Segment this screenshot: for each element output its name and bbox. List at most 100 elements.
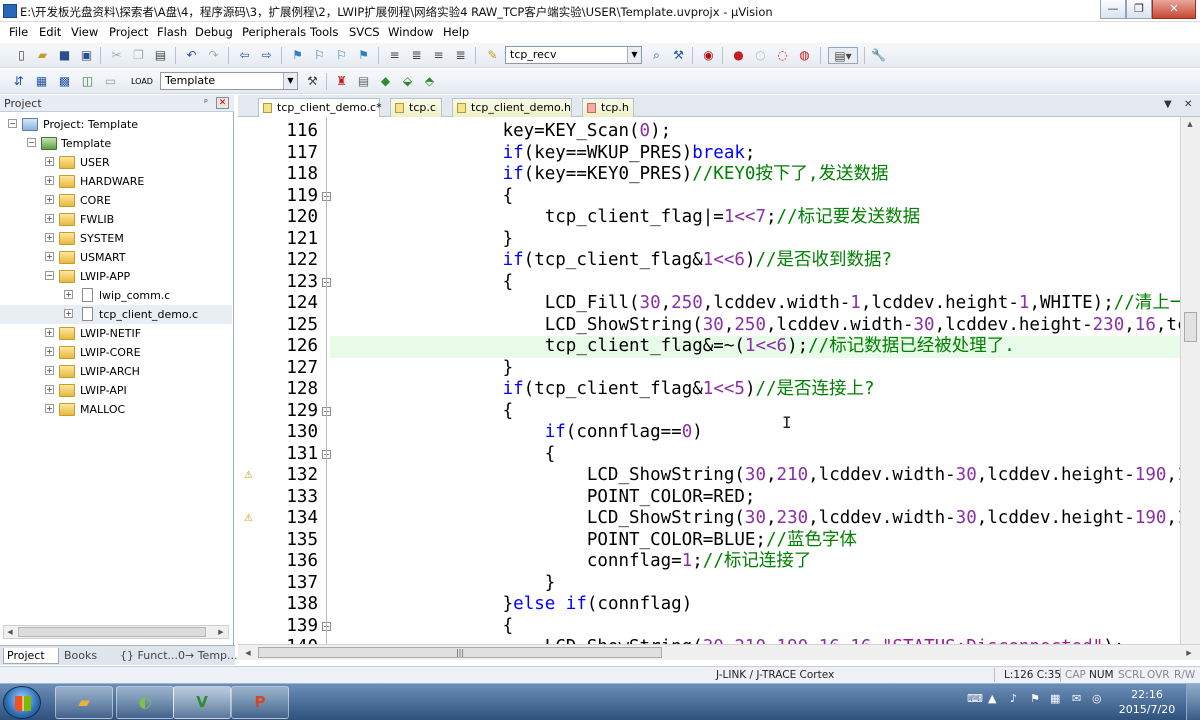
expand-icon[interactable]: + <box>45 366 54 375</box>
code-line[interactable]: LCD_ShowString(30,210,190,16,16,"STATUS:… <box>334 637 1125 644</box>
code-line[interactable]: } <box>334 229 514 251</box>
scroll-left-icon[interactable]: ◀ <box>5 627 15 637</box>
tree-item-folder[interactable]: + FWLIB <box>0 210 232 229</box>
code-line[interactable]: { <box>334 401 514 423</box>
window-layout-icon[interactable]: ▤▾ <box>828 47 858 64</box>
pack-installer-icon[interactable]: ⬙ <box>399 73 416 90</box>
debug-session-icon[interactable]: ◉ <box>700 47 717 64</box>
tray-keyboard-icon[interactable]: ⌨ <box>967 692 983 705</box>
tab-functions[interactable]: {} Funct... <box>117 648 178 664</box>
menu-tools[interactable]: Tools <box>310 25 338 39</box>
code-line[interactable]: POINT_COLOR=BLUE;//蓝色字体 <box>334 530 857 552</box>
pin-icon[interactable]: ᵖ <box>201 98 211 108</box>
close-tab-icon[interactable]: ✕ <box>1184 99 1192 110</box>
show-desktop-button[interactable] <box>1186 684 1200 720</box>
tree-item-folder[interactable]: + SYSTEM <box>0 229 232 248</box>
code-editor[interactable]: 116117118119−120121122123−12412512612712… <box>238 117 1180 644</box>
expand-icon[interactable]: + <box>64 290 73 299</box>
tree-item-target[interactable]: − Template <box>0 134 232 153</box>
tree-item-folder[interactable]: + HARDWARE <box>0 172 232 191</box>
code-line[interactable]: } <box>334 358 514 380</box>
current-code-line[interactable]: tcp_client_flag&=~(1<<6);//标记数据已经被处理了. <box>330 336 1180 358</box>
taskbar-qq-icon[interactable]: ◐ <box>116 686 174 719</box>
expand-icon[interactable]: + <box>45 176 54 185</box>
disable-breakpoints-icon[interactable]: ◌ <box>774 47 791 64</box>
code-line[interactable]: LCD_ShowString(30,230,lcddev.width-30,lc… <box>334 508 1180 530</box>
code-line[interactable]: { <box>334 444 556 466</box>
expand-icon[interactable]: + <box>45 347 54 356</box>
save-icon[interactable]: ■ <box>56 47 73 64</box>
rebuild-icon[interactable]: ▩ <box>56 73 73 90</box>
code-line[interactable]: key=KEY_Scan(0); <box>334 121 672 143</box>
tab-books[interactable]: Books <box>61 648 115 664</box>
expand-icon[interactable]: + <box>45 157 54 166</box>
code-line[interactable]: connflag=1;//标记连接了 <box>334 551 812 573</box>
configure-icon[interactable]: 🔧 <box>870 47 887 64</box>
chevron-down-icon[interactable]: ▼ <box>283 73 297 89</box>
insert-breakpoint-icon[interactable]: ● <box>730 47 747 64</box>
nav-back-icon[interactable]: ⇦ <box>236 47 253 64</box>
expand-icon[interactable]: + <box>45 404 54 413</box>
expand-icon[interactable]: + <box>45 214 54 223</box>
warning-icon[interactable]: ⚠ <box>244 470 256 481</box>
scroll-right-icon[interactable]: ▶ <box>1184 648 1194 658</box>
find-combo[interactable]: tcp_recv ▼ <box>505 46 642 64</box>
menu-file[interactable]: File <box>9 25 28 39</box>
tree-item-folder[interactable]: + LWIP-API <box>0 381 232 400</box>
batch-build-icon[interactable]: ◫ <box>79 73 96 90</box>
translate-icon[interactable]: ⇵ <box>10 73 27 90</box>
nav-forward-icon[interactable]: ⇨ <box>258 47 275 64</box>
code-line[interactable]: if(tcp_client_flag&1<<6)//是否收到数据? <box>334 250 893 272</box>
find-in-files-icon[interactable]: ✎ <box>484 47 501 64</box>
close-icon[interactable]: ✕ <box>216 97 229 109</box>
comment-icon[interactable]: ≡ <box>430 47 447 64</box>
code-line[interactable]: LCD_ShowString(30,250,lcddev.width-30,lc… <box>334 315 1180 337</box>
code-line[interactable]: if(connflag==0) <box>334 422 703 444</box>
tray-flag-icon[interactable]: ⚑ <box>1030 692 1040 705</box>
tab-templates[interactable]: 0→ Temp... <box>175 648 238 664</box>
restore-button[interactable]: ❐ <box>1126 0 1152 19</box>
next-bookmark-icon[interactable]: ⚐ <box>333 47 350 64</box>
code-line[interactable]: LCD_ShowString(30,210,lcddev.width-30,lc… <box>334 465 1180 487</box>
tree-item-folder[interactable]: + LWIP-CORE <box>0 343 232 362</box>
open-file-icon[interactable]: ▰ <box>34 47 51 64</box>
menu-flash[interactable]: Flash <box>157 25 187 39</box>
scroll-up-icon[interactable]: ▲ <box>1185 119 1195 129</box>
tree-item-project-root[interactable]: − Project: Template <box>0 115 232 134</box>
tray-chat-icon[interactable]: ✉ <box>1072 692 1081 705</box>
code-line[interactable]: if(key==KEY0_PRES)//KEY0按下了,发送数据 <box>334 164 889 186</box>
taskbar-powerpoint-icon[interactable]: P <box>231 686 289 719</box>
expand-icon[interactable]: + <box>64 309 73 318</box>
minimize-button[interactable]: — <box>1100 0 1126 19</box>
code-line[interactable]: { <box>334 186 514 208</box>
editor-vscrollbar[interactable]: ▲ <box>1180 117 1200 644</box>
taskbar-keil-icon[interactable]: V <box>173 686 231 719</box>
copy-icon[interactable]: ❐ <box>130 47 147 64</box>
expand-icon[interactable]: + <box>45 233 54 242</box>
taskbar-explorer-icon[interactable]: ▰ <box>55 686 113 719</box>
indent-icon[interactable]: ≡ <box>386 47 403 64</box>
runtime-env-icon[interactable]: ⬘ <box>421 73 438 90</box>
tree-item-folder[interactable]: + LWIP-ARCH <box>0 362 232 381</box>
code-line[interactable]: if(key==WKUP_PRES)break; <box>334 143 756 165</box>
menu-project[interactable]: Project <box>109 25 148 39</box>
expand-icon[interactable]: + <box>45 328 54 337</box>
undo-icon[interactable]: ↶ <box>183 47 200 64</box>
prev-bookmark-icon[interactable]: ⚐ <box>311 47 328 64</box>
stop-build-icon[interactable]: ▭ <box>102 73 119 90</box>
redo-icon[interactable]: ↷ <box>205 47 222 64</box>
tree-item-folder[interactable]: + USMART <box>0 248 232 267</box>
collapse-icon[interactable]: − <box>45 271 54 280</box>
tray-volume-icon[interactable]: ♪ <box>1010 692 1017 705</box>
collapse-icon[interactable]: − <box>8 119 17 128</box>
scroll-left-icon[interactable]: ◀ <box>243 648 253 658</box>
menu-svcs[interactable]: SVCS <box>349 25 380 39</box>
code-line[interactable]: if(tcp_client_flag&1<<5)//是否连接上? <box>334 379 875 401</box>
save-all-icon[interactable]: ▣ <box>78 47 95 64</box>
tab-tcp-c[interactable]: tcp.c <box>390 98 442 117</box>
code-line[interactable]: LCD_Fill(30,250,lcddev.width-1,lcddev.he… <box>334 293 1180 315</box>
menu-window[interactable]: Window <box>388 25 433 39</box>
tab-project[interactable]: Project <box>3 648 59 664</box>
code-line[interactable]: tcp_client_flag|=1<<7;//标记要发送数据 <box>334 207 920 229</box>
chevron-down-icon[interactable]: ▼ <box>627 47 641 63</box>
